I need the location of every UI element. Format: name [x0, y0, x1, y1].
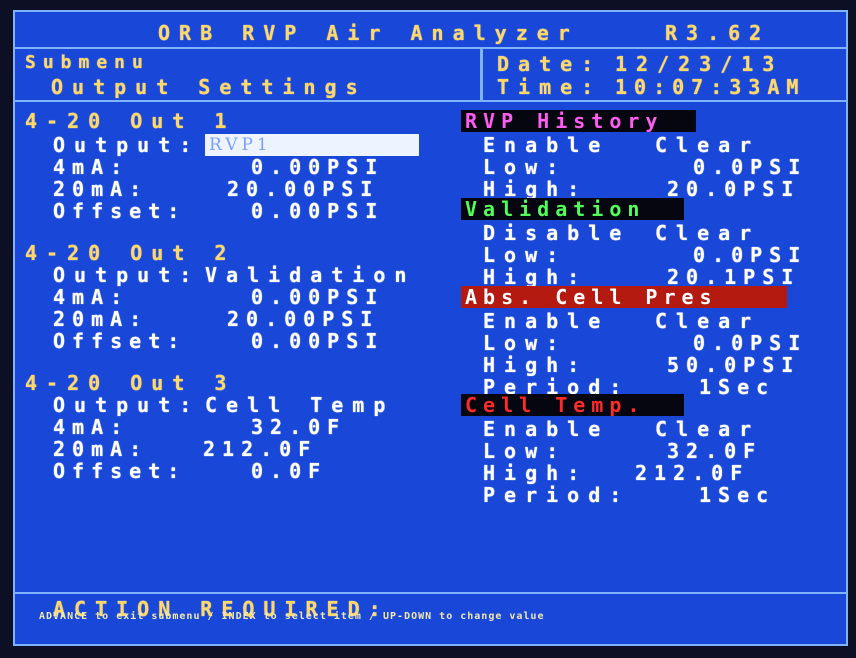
- abs-cell-pres-high-label: High:: [483, 353, 589, 377]
- out3-4ma-label: 4mA:: [53, 415, 130, 439]
- validation-state[interactable]: Disable: [483, 222, 630, 244]
- submenu-label: Submenu: [25, 52, 150, 73]
- out2-output-value[interactable]: Validation: [205, 264, 415, 286]
- out2-offset-value[interactable]: 0.00PSI: [251, 330, 384, 352]
- cell-temp-period-value[interactable]: 1Sec: [699, 484, 775, 506]
- out1-4ma-label: 4mA:: [53, 155, 130, 179]
- time-label: Time:: [497, 75, 603, 99]
- rvp-history-low-label: Low:: [483, 155, 568, 179]
- time-value: 10:07:33AM: [615, 75, 806, 99]
- out1-output-label: Output:: [53, 133, 201, 157]
- out1-20ma-label: 20mA:: [53, 177, 149, 201]
- validation-title: Validation: [461, 198, 684, 220]
- cell-temp-high-label: High:: [483, 461, 589, 485]
- cell-temp-period-label: Period:: [483, 483, 631, 507]
- validation-low-value[interactable]: 0.0PSI: [693, 244, 807, 266]
- out2-offset-label: Offset:: [53, 329, 187, 353]
- out1-20ma-value[interactable]: 20.00PSI: [227, 178, 379, 200]
- out1-offset-value[interactable]: 0.00PSI: [251, 200, 384, 222]
- out3-output-value[interactable]: Cell Temp: [205, 394, 394, 416]
- cell-temp-clear[interactable]: Clear: [655, 418, 760, 440]
- date-label: Date:: [497, 52, 603, 76]
- datetime-divider: [480, 47, 483, 101]
- validation-low-label: Low:: [483, 243, 568, 267]
- rvp-history-low-value[interactable]: 0.0PSI: [693, 156, 807, 178]
- abs-cell-pres-title: Abs. Cell Pres: [461, 286, 787, 308]
- out1-4ma-value[interactable]: 0.00PSI: [251, 156, 384, 178]
- abs-cell-pres-low-value[interactable]: 0.0PSI: [693, 332, 807, 354]
- version-label: R3.62: [665, 21, 771, 45]
- out3-title: 4-20 Out 3: [25, 371, 236, 395]
- cell-temp-title: Cell Temp.: [461, 394, 684, 416]
- rvp-history-high-value[interactable]: 20.0PSI: [667, 178, 800, 200]
- out3-4ma-value[interactable]: 32.0F: [251, 416, 346, 438]
- crt-screen: ORB RVP Air Analyzer R3.62 Submenu Outpu…: [0, 0, 856, 658]
- abs-cell-pres-period-value[interactable]: 1Sec: [699, 376, 775, 398]
- out2-output-label: Output:: [53, 263, 201, 287]
- header-divider: [15, 47, 846, 49]
- submenu-name: Output Settings: [51, 75, 367, 99]
- rvp-history-state[interactable]: Enable: [483, 134, 609, 156]
- rvp-history-clear[interactable]: Clear: [655, 134, 760, 156]
- rvp-history-title: RVP History: [461, 110, 696, 132]
- abs-cell-pres-state[interactable]: Enable: [483, 310, 609, 332]
- out1-title: 4-20 Out 1: [25, 109, 236, 133]
- out3-20ma-value[interactable]: 212.0F: [203, 438, 317, 460]
- abs-cell-pres-clear[interactable]: Clear: [655, 310, 760, 332]
- out2-title: 4-20 Out 2: [25, 241, 236, 265]
- out3-offset-value[interactable]: 0.0F: [251, 460, 327, 482]
- analyzer-display: ORB RVP Air Analyzer R3.62 Submenu Outpu…: [13, 10, 848, 646]
- footer-instructions: ADVANCE to exit submenu / INDEX to selec…: [39, 611, 545, 622]
- out3-20ma-label: 20mA:: [53, 437, 149, 461]
- out1-offset-label: Offset:: [53, 199, 187, 223]
- app-title: ORB RVP Air Analyzer: [158, 21, 579, 45]
- cell-temp-high-value[interactable]: 212.0F: [635, 462, 749, 484]
- out2-20ma-label: 20mA:: [53, 307, 149, 331]
- abs-cell-pres-high-value[interactable]: 50.0PSI: [667, 354, 800, 376]
- out3-offset-label: Offset:: [53, 459, 187, 483]
- date-value: 12/23/13: [615, 52, 784, 76]
- footer-divider: [15, 592, 846, 594]
- out2-20ma-value[interactable]: 20.00PSI: [227, 308, 379, 330]
- abs-cell-pres-low-label: Low:: [483, 331, 568, 355]
- out2-4ma-label: 4mA:: [53, 285, 130, 309]
- out1-output-value[interactable]: RVP1: [209, 136, 272, 154]
- cell-temp-low-label: Low:: [483, 439, 568, 463]
- out3-output-label: Output:: [53, 393, 201, 417]
- cell-temp-low-value[interactable]: 32.0F: [667, 440, 762, 462]
- cell-temp-state[interactable]: Enable: [483, 418, 609, 440]
- out2-4ma-value[interactable]: 0.00PSI: [251, 286, 384, 308]
- submenu-divider: [15, 100, 846, 102]
- validation-clear[interactable]: Clear: [655, 222, 760, 244]
